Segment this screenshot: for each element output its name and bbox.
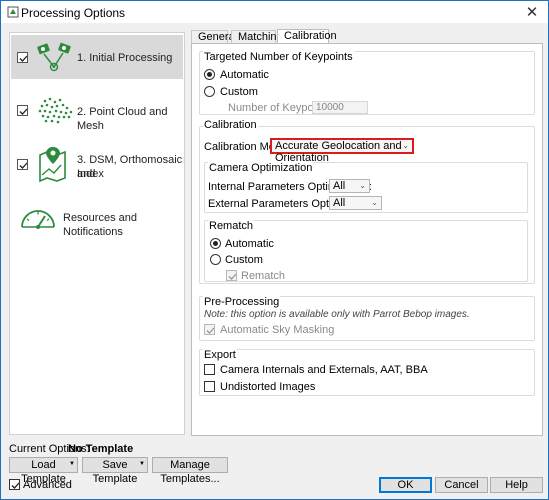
- camera-internals-checkbox[interactable]: [204, 364, 215, 375]
- rematch-automatic-label: Automatic: [225, 238, 274, 250]
- chevron-down-icon: ⌄: [371, 198, 378, 207]
- ok-button[interactable]: OK: [379, 477, 432, 493]
- options-content: General Matching Calibration Targeted Nu…: [191, 29, 543, 436]
- nav-item-point-cloud[interactable]: 2. Point Cloud and Mesh: [11, 87, 183, 132]
- rematch-custom-radio[interactable]: [210, 254, 221, 265]
- external-params-select[interactable]: All ⌄: [329, 196, 382, 210]
- nav-item-label: Resources and Notifications: [63, 212, 137, 238]
- nav-item-initial-processing[interactable]: 1. Initial Processing: [11, 35, 183, 79]
- window-title: Processing Options: [21, 6, 126, 20]
- rematch-group-title: Rematch: [208, 220, 255, 232]
- nav-checkbox[interactable]: [17, 52, 28, 63]
- calibration-group-title: Calibration: [203, 119, 258, 131]
- calibration-method-value: Accurate Geolocation and Orientation: [275, 140, 402, 164]
- tab-panel-calibration: Targeted Number of Keypoints Automatic C…: [191, 43, 543, 436]
- keypoints-automatic-label: Automatic: [220, 69, 269, 81]
- nav-item-dsm-orthomosaic[interactable]: 3. DSM, Orthomosaic and Index: [11, 143, 183, 187]
- preprocessing-group: Pre-Processing Note: this option is avai…: [199, 296, 535, 341]
- keypoints-custom-label: Custom: [220, 86, 258, 98]
- tab-general[interactable]: General: [191, 30, 237, 43]
- undistorted-images-label: Undistorted Images: [220, 381, 316, 393]
- nav-item-label: 1. Initial Processing: [77, 52, 173, 64]
- cancel-button[interactable]: Cancel: [435, 477, 488, 493]
- processing-options-window: Processing Options ✕ 1. Initial Processi…: [0, 0, 549, 500]
- caret-down-icon: ▼: [139, 461, 145, 467]
- title-bar: Processing Options ✕: [1, 1, 548, 23]
- app-icon: [7, 6, 19, 18]
- nav-checkbox[interactable]: [17, 159, 28, 170]
- chevron-down-icon: ⌄: [402, 141, 409, 150]
- initial-processing-icon: [37, 42, 71, 72]
- options-nav-panel: 1. Initial Processing 2. Point Cloud and…: [9, 32, 185, 435]
- rematch-checkbox[interactable]: [226, 270, 237, 281]
- camera-internals-label: Camera Internals and Externals, AAT, BBA: [220, 364, 428, 376]
- calibration-group: Calibration Calibration Method Accurate …: [199, 119, 535, 284]
- nav-item-label: 2. Point Cloud and Mesh: [77, 106, 168, 132]
- chevron-down-icon: ⌄: [359, 181, 366, 190]
- keypoints-automatic-radio[interactable]: [204, 69, 215, 80]
- rematch-automatic-radio[interactable]: [210, 238, 221, 249]
- tab-matching[interactable]: Matching: [231, 30, 283, 43]
- caret-down-icon: ▼: [69, 461, 75, 467]
- export-group: Export Camera Internals and Externals, A…: [199, 349, 535, 396]
- preprocessing-title: Pre-Processing: [203, 296, 281, 308]
- help-button[interactable]: Help: [490, 477, 543, 493]
- internal-params-select[interactable]: All ⌄: [329, 179, 370, 193]
- sky-masking-checkbox[interactable]: [204, 324, 215, 335]
- keypoints-group: Targeted Number of Keypoints Automatic C…: [199, 51, 535, 115]
- save-template-label: Save Template: [92, 459, 138, 485]
- rematch-custom-label: Custom: [225, 254, 263, 266]
- sky-masking-label: Automatic Sky Masking: [220, 324, 335, 336]
- manage-templates-button[interactable]: Manage Templates...: [152, 457, 228, 485]
- advanced-checkbox[interactable]: [9, 479, 20, 490]
- load-template-button[interactable]: Load Template ▼: [9, 457, 78, 485]
- camera-optimization-group: Camera Optimization Internal Parameters …: [204, 162, 528, 213]
- rematch-checkbox-label: Rematch: [241, 270, 286, 282]
- current-options-value: No Template: [68, 443, 134, 455]
- close-icon[interactable]: ✕: [522, 3, 542, 21]
- tab-calibration[interactable]: Calibration: [277, 29, 337, 44]
- undistorted-images-checkbox[interactable]: [204, 381, 215, 392]
- export-title: Export: [203, 349, 237, 361]
- gauge-icon: [21, 210, 55, 229]
- save-template-button[interactable]: Save Template ▼: [82, 457, 148, 485]
- point-cloud-icon: [38, 97, 73, 124]
- map-pin-icon: [39, 147, 66, 183]
- internal-params-value: All: [333, 180, 346, 192]
- nav-item-resources-notifications[interactable]: Resources and Notifications: [11, 199, 183, 239]
- number-of-keypoints-input[interactable]: 10000: [312, 101, 368, 114]
- nav-checkbox[interactable]: [17, 105, 28, 116]
- advanced-label: Advanced: [23, 479, 72, 491]
- rematch-group: Rematch Automatic Custom Rematch: [204, 220, 528, 282]
- keypoints-group-title: Targeted Number of Keypoints: [203, 51, 354, 63]
- keypoints-custom-radio[interactable]: [204, 86, 215, 97]
- camera-optimization-title: Camera Optimization: [208, 162, 314, 174]
- nav-item-label-line2: Index: [77, 168, 104, 180]
- calibration-method-select[interactable]: Accurate Geolocation and Orientation ⌄: [271, 139, 413, 164]
- preprocessing-note: Note: this option is available only with…: [204, 309, 470, 320]
- external-params-value: All: [333, 197, 346, 209]
